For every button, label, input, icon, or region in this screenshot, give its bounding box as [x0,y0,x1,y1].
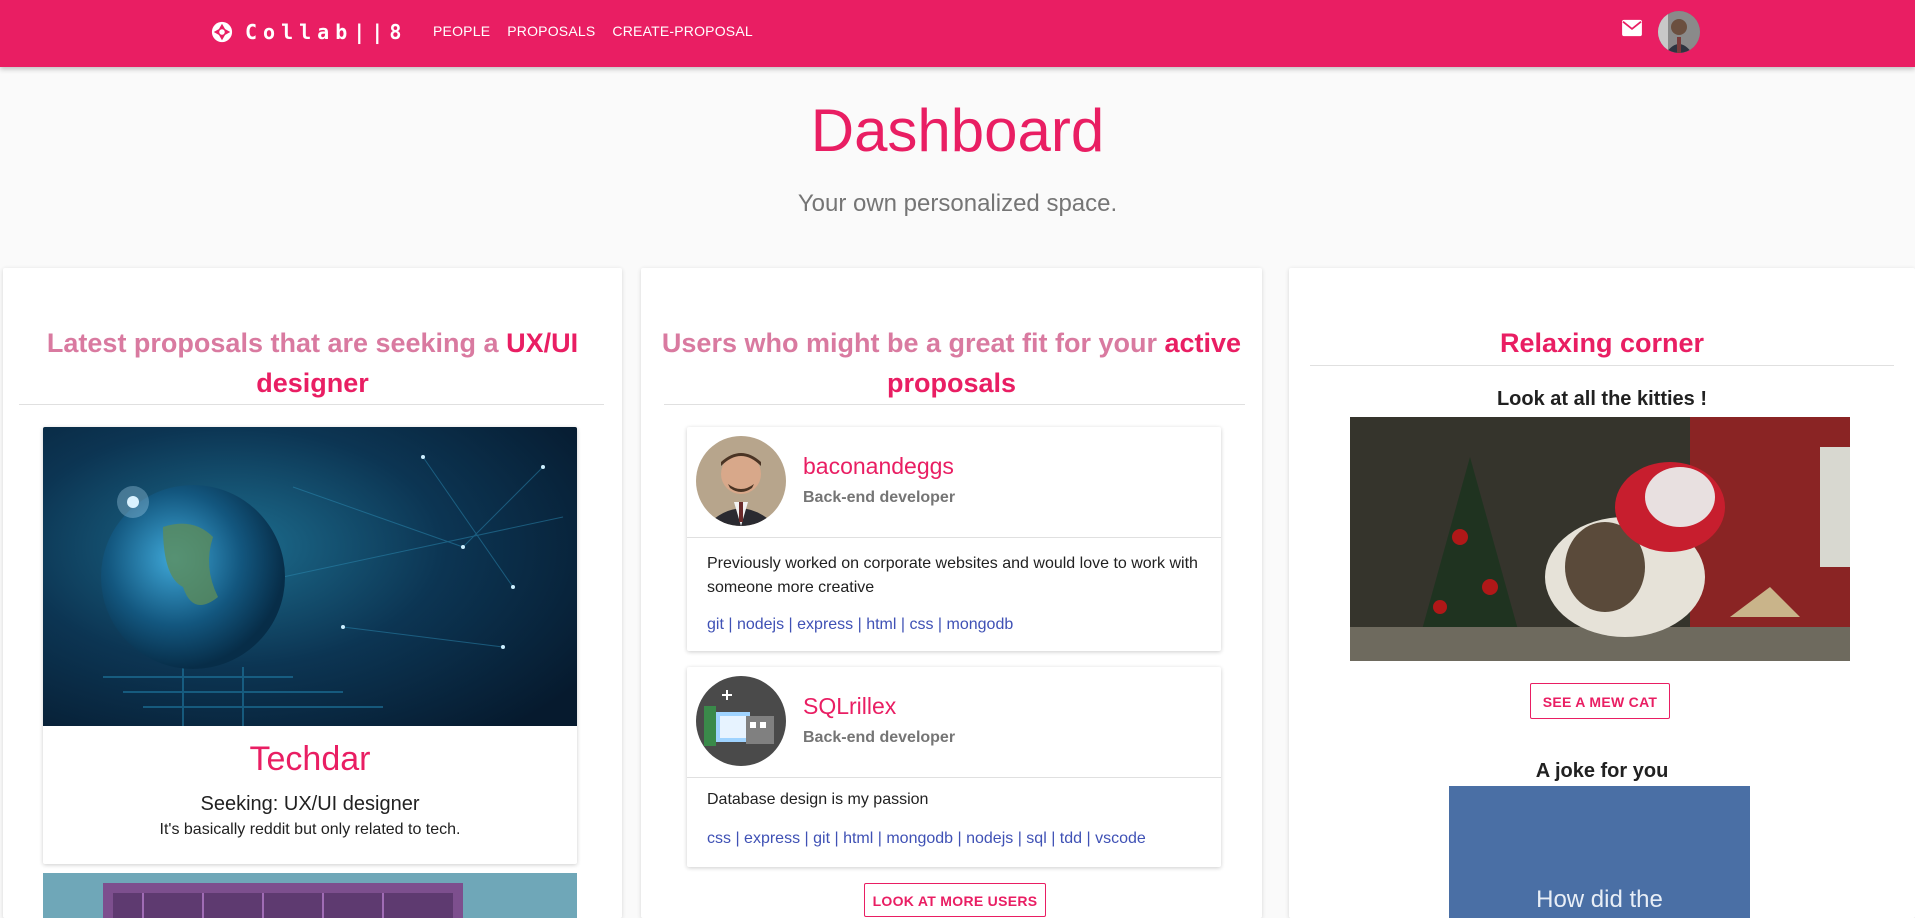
user-skill-tags: css | express | git | html | mongodb | n… [707,830,1146,847]
brand-text: Collab||8 [245,20,408,44]
relaxing-panel-title: Relaxing corner [1499,328,1705,358]
user-avatar[interactable] [696,676,786,766]
divider [664,404,1245,405]
proposal-card[interactable] [43,873,577,918]
kitty-gif [1350,417,1850,661]
user-name[interactable]: SQLrillex [803,693,896,720]
mail-icon[interactable] [1621,19,1643,37]
proposal-image [43,427,577,726]
proposals-panel-title: Latest proposals that are seeking a UX/U… [46,328,579,398]
avatar-image [696,436,786,526]
top-navbar: Collab||8 PEOPLE PROPOSALS CREATE-PROPOS… [0,0,1915,67]
user-card-header: SQLrillex Back-end developer [687,667,1221,778]
kitties-heading: Look at all the kitties ! [1496,388,1708,410]
user-bio: Database design is my passion [707,791,929,808]
user-name[interactable]: baconandeggs [803,453,954,480]
aperture-icon [211,21,233,43]
proposals-panel: Latest proposals that are seeking a UX/U… [3,268,622,918]
kitty-image [1350,417,1850,661]
page-subtitle: Your own personalized space. [797,190,1118,217]
user-role: Back-end developer [803,489,956,506]
page-title: Dashboard [810,97,1105,164]
look-at-more-users-button[interactable]: LOOK AT MORE USERS [864,883,1046,917]
user-role: Back-end developer [803,729,956,746]
relaxing-panel: Relaxing corner Look at all the kitties … [1289,268,1915,918]
proposal-name[interactable]: Techdar [43,740,577,779]
joke-heading: A joke for you [1535,760,1669,782]
joke-card: How did the [1449,786,1750,918]
users-panel: Users who might be a great fit for your … [641,268,1262,918]
user-avatar[interactable] [696,436,786,526]
avatar-image [696,676,786,766]
user-card-header: baconandeggs Back-end developer [687,427,1221,538]
nav-link-create-proposal[interactable]: CREATE-PROPOSAL [612,23,752,39]
nav-link-proposals[interactable]: PROPOSALS [507,23,595,39]
proposal-description: It's basically reddit but only related t… [159,821,461,838]
user-bio: Previously worked on corporate websites … [707,555,1198,596]
brand-logo[interactable]: Collab||8 [211,20,407,44]
user-skill-tags: git | nodejs | express | html | css | mo… [707,616,1014,633]
proposal-card[interactable]: Techdar Seeking: UX/UI designer It's bas… [43,427,577,864]
users-panel-title: Users who might be a great fit for your … [661,328,1242,398]
user-card[interactable]: SQLrillex Back-end developer Database de… [687,667,1221,867]
user-avatar[interactable] [1658,11,1700,53]
divider [19,404,604,405]
proposal-image [43,873,577,918]
avatar-image [1658,11,1700,53]
nav-links: PEOPLE PROPOSALS CREATE-PROPOSAL [433,23,753,39]
see-a-mew-cat-button[interactable]: SEE A MEW CAT [1530,683,1670,719]
proposal-seeking: Seeking: UX/UI designer [200,793,420,815]
user-card[interactable]: baconandeggs Back-end developer Previous… [687,427,1221,651]
joke-text: How did the [1536,886,1663,913]
nav-link-people[interactable]: PEOPLE [433,23,490,39]
divider [1310,365,1894,366]
